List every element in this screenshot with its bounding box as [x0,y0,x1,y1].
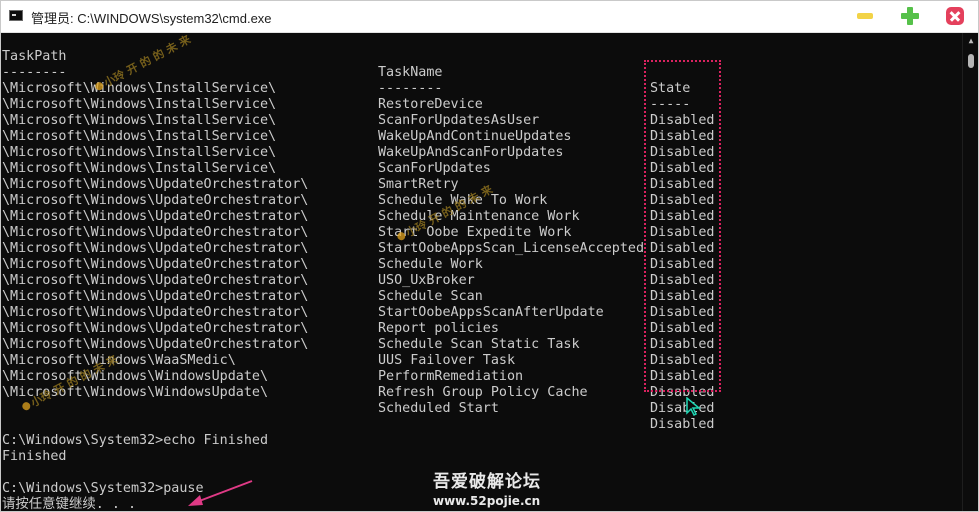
scrollbar-thumb[interactable] [968,54,974,68]
row-taskname: Schedule Scan [378,289,483,304]
table-row: \Microsoft\Windows\InstallService\ Smart… [2,145,715,208]
table-row: \Microsoft\Windows\InstallService\ WakeU… [2,97,715,160]
row-state: Disabled [650,401,715,416]
table-row: \Microsoft\Windows\UpdateOrchestrator\ S… [2,177,715,240]
title-bar[interactable]: 管理员: C:\WINDOWS\system32\cmd.exe [1,1,978,33]
row-taskname: StartOobeAppsScan_LicenseAccepted [378,241,645,256]
forum-logo: 吾爱破解论坛 www.52pojie.cn [433,467,541,508]
maximize-button[interactable] [901,7,919,25]
row-state: Disabled [650,417,715,432]
row-taskname: Schedule Scan Static Task [378,337,580,352]
pause-command-line: C:\Windows\System32>pause [2,481,204,496]
window-title: 管理员: C:\WINDOWS\system32\cmd.exe [31,11,272,26]
separator-taskname: -------- [378,81,443,96]
table-row: \Microsoft\Windows\UpdateOrchestrator\ S… [2,193,715,256]
echo-command-line: C:\Windows\System32>echo Finished [2,433,269,448]
table-row: \Microsoft\Windows\WaaSMedic\ PerformRem… [2,337,715,400]
row-taskname: ScanForUpdates [378,161,491,176]
table-row: \Microsoft\Windows\UpdateOrchestrator\ S… [2,225,715,288]
row-taskname: PerformRemediation [378,369,524,384]
table-row: \Microsoft\Windows\UpdateOrchestrator\ U… [2,241,715,304]
table-row: \Microsoft\Windows\InstallService\ Resto… [2,65,715,128]
table-row: \Microsoft\Windows\WindowsUpdate\ Schedu… [2,369,715,432]
table-row: \Microsoft\Windows\InstallService\ ScanF… [2,81,715,144]
row-taskname: Report policies [378,321,499,336]
table-row: \Microsoft\Windows\UpdateOrchestrator\ S… [2,161,715,224]
header-taskname: TaskName [378,65,443,80]
row-taskname: StartOobeAppsScanAfterUpdate [378,305,604,320]
minimize-button[interactable] [856,7,874,25]
row-taskname: Schedule Work [378,257,483,272]
cmd-app-icon [9,10,23,21]
cmd-window: 管理员: C:\WINDOWS\system32\cmd.exe TaskPat… [0,0,979,512]
state-column-highlight [644,60,721,392]
row-taskname: USO_UxBroker [378,273,475,288]
table-row: \Microsoft\Windows\InstallService\ ScanF… [2,129,715,192]
annotation-arrow-icon [188,480,253,506]
echo-output-line: Finished [2,449,67,464]
minimize-icon [857,13,873,19]
table-row: \Microsoft\Windows\UpdateOrchestrator\ U… [2,321,715,384]
forum-name: 吾爱破解论坛 [433,472,541,492]
mouse-cursor-icon [686,397,702,417]
table-header-row: TaskPath TaskName State [2,33,690,96]
pause-prompt-line: 请按任意键继续. . . [2,497,137,511]
table-row: \Microsoft\Windows\UpdateOrchestrator\ S… [2,257,715,320]
table-row: \Microsoft\Windows\InstallService\ WakeU… [2,113,715,176]
vertical-scrollbar[interactable]: ▲ [962,33,978,511]
table-row: \Microsoft\Windows\UpdateOrchestrator\ S… [2,273,715,336]
row-taskname: UUS Failover Task [378,353,516,368]
row-taskname: Refresh Group Policy Cache [378,385,588,400]
row-taskname: WakeUpAndContinueUpdates [378,129,572,144]
row-taskname: RestoreDevice [378,97,483,112]
table-row: \Microsoft\Windows\UpdateOrchestrator\ S… [2,305,715,368]
table-row: \Microsoft\Windows\WindowsUpdate\ Refres… [2,353,715,416]
row-taskname: ScanForUpdatesAsUser [378,113,540,128]
table-row: \Microsoft\Windows\UpdateOrchestrator\ R… [2,289,715,352]
close-button[interactable] [946,7,964,25]
table-separator-row: -------- -------- ----- [2,49,690,112]
row-taskname: SmartRetry [378,177,459,192]
row-taskname: WakeUpAndScanForUpdates [378,145,564,160]
row-taskname: Scheduled Start [378,401,499,416]
console-output[interactable]: TaskPath TaskName State -------- -------… [2,33,962,511]
scroll-up-icon[interactable]: ▲ [963,33,978,49]
forum-url: www.52pojie.cn [433,494,541,508]
table-row: \Microsoft\Windows\UpdateOrchestrator\ S… [2,209,715,272]
